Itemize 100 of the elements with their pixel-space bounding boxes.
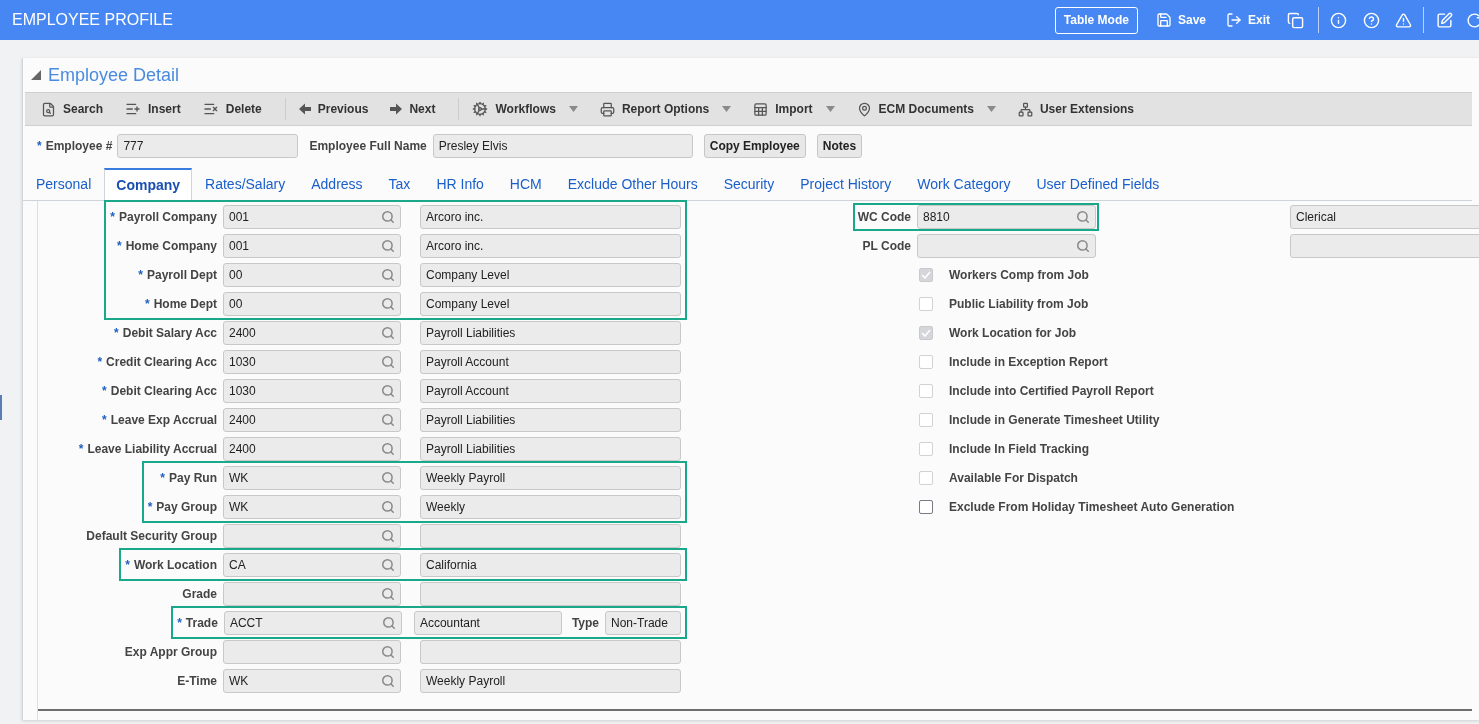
toolbar-button[interactable]: Next xyxy=(390,100,436,118)
lookup-field[interactable]: 2400 xyxy=(223,320,401,345)
tab[interactable]: HR Info xyxy=(423,168,497,201)
tab[interactable]: Company xyxy=(104,168,193,201)
text-field[interactable] xyxy=(420,523,681,548)
collapse-triangle-icon[interactable] xyxy=(31,70,41,80)
tab[interactable]: Exclude Other Hours xyxy=(554,168,711,201)
toolbar-button[interactable]: Insert xyxy=(125,100,181,118)
text-field[interactable]: Company Level xyxy=(420,291,681,316)
text-field[interactable]: Presley Elvis xyxy=(432,134,693,158)
text-field[interactable]: Weekly xyxy=(420,494,681,519)
search-icon[interactable] xyxy=(381,528,395,543)
search-icon[interactable] xyxy=(381,325,395,340)
text-field[interactable]: Non-Trade xyxy=(605,610,681,635)
search-icon[interactable] xyxy=(381,586,395,601)
search-icon[interactable] xyxy=(381,209,395,224)
text-field[interactable]: Arcoro inc. xyxy=(420,204,681,229)
lookup-field[interactable]: CA xyxy=(223,552,401,577)
search-icon[interactable] xyxy=(381,615,396,630)
tab[interactable]: User Defined Fields xyxy=(1023,168,1173,201)
search-icon[interactable] xyxy=(1076,209,1090,224)
toolbar-button[interactable]: Search xyxy=(41,100,104,118)
lookup-field[interactable]: 001 xyxy=(223,233,401,258)
search-icon[interactable] xyxy=(1076,238,1090,253)
help-icon[interactable] xyxy=(1363,11,1380,29)
search-icon[interactable] xyxy=(381,673,395,688)
lookup-field[interactable] xyxy=(223,581,401,606)
text-field[interactable]: Payroll Liabilities xyxy=(420,407,681,432)
copy-icon[interactable] xyxy=(1287,11,1304,29)
text-field[interactable]: Payroll Liabilities xyxy=(420,320,681,345)
text-field[interactable] xyxy=(1290,233,1479,258)
field-label: WC Code xyxy=(857,208,911,226)
search-icon[interactable] xyxy=(381,238,395,253)
text-field[interactable] xyxy=(420,639,681,664)
toolbar-button[interactable]: Delete xyxy=(202,100,262,118)
lookup-field[interactable]: 1030 xyxy=(223,378,401,403)
toolbar-button[interactable]: Report Options xyxy=(599,100,732,118)
tab[interactable]: Work Category xyxy=(904,168,1024,201)
splitter-handle[interactable] xyxy=(0,395,2,420)
tab[interactable]: Security xyxy=(710,168,788,201)
text-field[interactable]: Accountant xyxy=(413,610,562,635)
tab[interactable]: HCM xyxy=(496,168,555,201)
lookup-field[interactable]: 00 xyxy=(223,291,401,316)
action-button[interactable]: Notes xyxy=(816,134,863,158)
text-field[interactable]: Payroll Account xyxy=(420,378,681,403)
warning-icon[interactable] xyxy=(1395,11,1412,29)
field-label: Default Security Group xyxy=(86,527,217,545)
tab[interactable]: Address xyxy=(298,168,376,201)
search-icon[interactable] xyxy=(381,644,395,659)
search-icon[interactable] xyxy=(381,267,395,282)
search-icon[interactable] xyxy=(381,412,395,427)
text-field[interactable]: Weekly Payroll xyxy=(420,668,681,693)
lookup-field[interactable]: 2400 xyxy=(223,407,401,432)
info-icon[interactable] xyxy=(1330,11,1347,29)
toolbar-button[interactable]: Import xyxy=(753,100,835,118)
search-icon[interactable] xyxy=(381,354,395,369)
search-icon[interactable] xyxy=(381,296,395,311)
edit-icon[interactable] xyxy=(1436,11,1453,29)
lookup-field[interactable]: 1030 xyxy=(223,349,401,374)
checkbox[interactable] xyxy=(919,499,933,514)
field-label: * Pay Run xyxy=(160,469,217,487)
text-field[interactable]: 777 xyxy=(117,134,299,158)
text-field[interactable]: Arcoro inc. xyxy=(420,233,681,258)
tab[interactable]: Project History xyxy=(787,168,905,201)
text-field[interactable]: Payroll Liabilities xyxy=(420,436,681,461)
lookup-field[interactable] xyxy=(223,523,401,548)
refresh-icon[interactable] xyxy=(1466,11,1479,29)
search-icon[interactable] xyxy=(381,383,395,398)
text-field[interactable]: Payroll Account xyxy=(420,349,681,374)
tab[interactable]: Personal xyxy=(23,168,105,201)
text-field[interactable]: Clerical xyxy=(1290,204,1479,229)
lookup-field[interactable]: WK xyxy=(223,494,401,519)
text-field[interactable]: California xyxy=(420,552,681,577)
spreadsheet-icon xyxy=(753,101,769,117)
lookup-field[interactable]: ACCT xyxy=(223,610,402,635)
search-icon[interactable] xyxy=(381,557,395,572)
lookup-field[interactable]: WK xyxy=(223,465,401,490)
tab[interactable]: Tax xyxy=(375,168,424,201)
toolbar-button[interactable]: Workflows xyxy=(472,100,578,118)
lookup-field[interactable] xyxy=(223,639,401,664)
text-field[interactable]: Weekly Payroll xyxy=(420,465,681,490)
field-label: Grade xyxy=(182,585,217,603)
search-icon[interactable] xyxy=(381,499,395,514)
toolbar-button[interactable]: ECM Documents xyxy=(856,100,996,118)
lookup-field[interactable]: 2400 xyxy=(223,436,401,461)
action-button[interactable]: Copy Employee xyxy=(703,134,806,158)
search-icon[interactable] xyxy=(381,470,395,485)
file-search-icon xyxy=(41,101,56,117)
lookup-field[interactable]: 8810 xyxy=(917,204,1096,229)
text-field[interactable]: Company Level xyxy=(420,262,681,287)
lookup-field[interactable] xyxy=(917,233,1096,258)
tab[interactable]: Rates/Salary xyxy=(192,168,299,201)
toolbar-button[interactable]: Previous xyxy=(298,100,369,118)
lookup-field[interactable]: 001 xyxy=(223,204,401,229)
lookup-field[interactable]: 00 xyxy=(223,262,401,287)
toolbar-button[interactable]: User Extensions xyxy=(1017,100,1134,118)
search-icon[interactable] xyxy=(381,441,395,456)
check-icon xyxy=(921,328,931,337)
text-field[interactable] xyxy=(420,581,681,606)
lookup-field[interactable]: WK xyxy=(223,668,401,693)
